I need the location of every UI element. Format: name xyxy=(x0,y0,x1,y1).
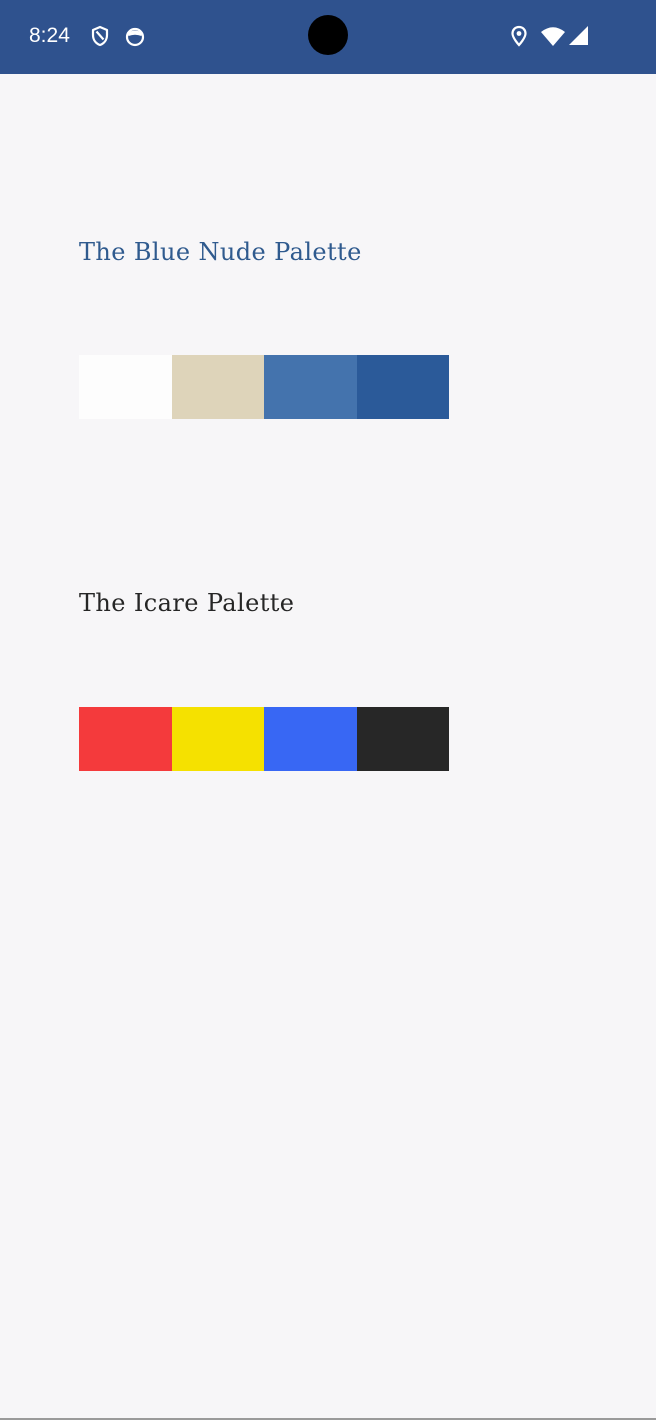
status-bar: 8:24 xyxy=(0,0,656,74)
color-swatch xyxy=(356,707,449,771)
swatch-row-blue-nude xyxy=(79,355,449,419)
color-swatch xyxy=(264,707,357,771)
cat-face-icon xyxy=(125,27,145,47)
color-swatch xyxy=(79,707,172,771)
status-time: 8:24 xyxy=(29,24,70,47)
wifi-icon xyxy=(541,27,565,46)
cell-signal-icon xyxy=(569,26,588,45)
color-swatch xyxy=(356,355,449,419)
swatch-row-icare xyxy=(79,707,449,771)
color-swatch xyxy=(171,707,264,771)
color-swatch xyxy=(171,355,264,419)
palette-title-icare: The Icare Palette xyxy=(79,589,295,617)
palette-title-blue-nude: The Blue Nude Palette xyxy=(79,238,362,266)
shield-icon xyxy=(91,25,109,47)
location-pin-icon xyxy=(511,25,527,47)
color-swatch xyxy=(79,355,172,419)
color-swatch xyxy=(264,355,357,419)
camera-cutout xyxy=(308,15,348,55)
